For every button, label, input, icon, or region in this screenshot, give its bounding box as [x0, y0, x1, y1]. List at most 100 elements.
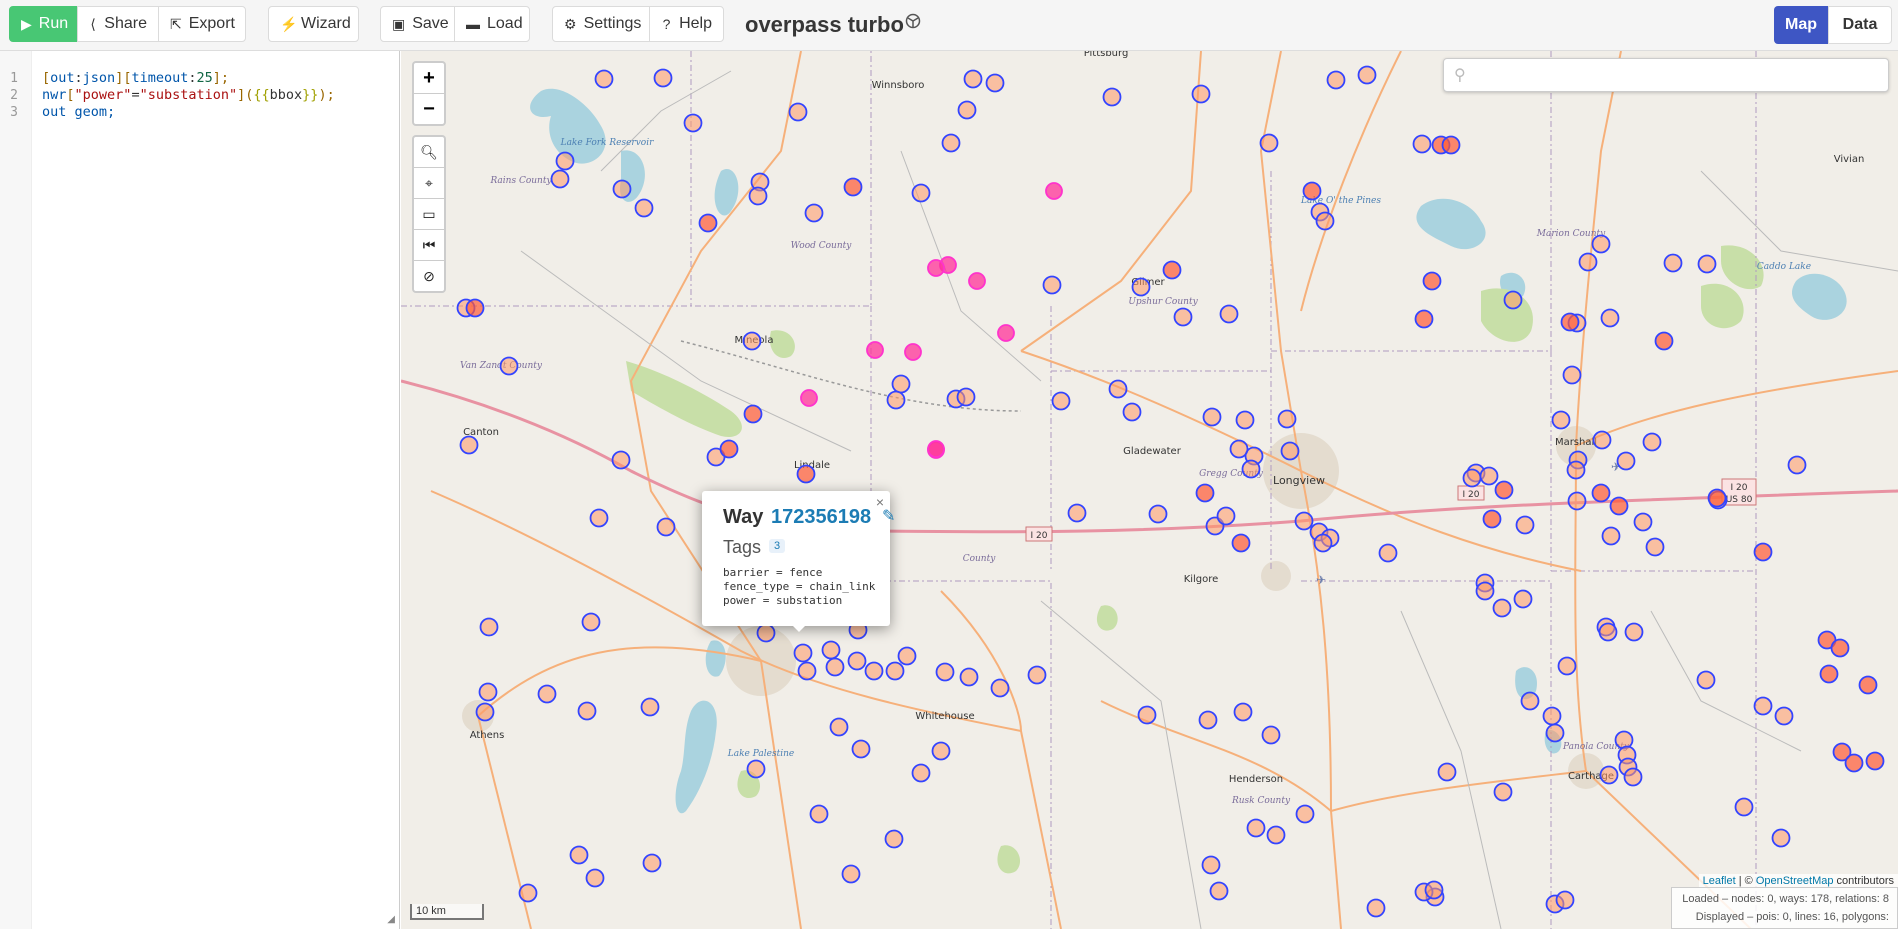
substation-marker[interactable] — [642, 853, 662, 873]
substation-marker[interactable] — [1623, 767, 1643, 787]
substation-marker[interactable] — [963, 69, 983, 89]
substation-marker[interactable] — [1277, 409, 1297, 429]
substation-marker[interactable] — [1051, 391, 1071, 411]
substation-marker[interactable] — [1108, 379, 1128, 399]
substation-marker[interactable] — [1598, 622, 1618, 642]
substation-marker[interactable] — [478, 682, 498, 702]
substation-marker[interactable] — [1422, 271, 1442, 291]
substation-marker[interactable] — [569, 845, 589, 865]
substation-marker[interactable] — [935, 662, 955, 682]
substation-marker[interactable] — [1609, 496, 1629, 516]
substation-marker[interactable] — [719, 439, 739, 459]
substation-marker[interactable] — [797, 661, 817, 681]
substation-marker[interactable] — [1201, 855, 1221, 875]
substation-marker[interactable] — [1707, 488, 1727, 508]
substation-marker[interactable] — [1819, 664, 1839, 684]
substation-marker[interactable] — [1302, 181, 1322, 201]
substation-marker[interactable] — [1216, 506, 1236, 526]
substation-marker[interactable] — [793, 643, 813, 663]
substation-marker[interactable] — [1753, 696, 1773, 716]
substation-marker[interactable] — [927, 259, 945, 277]
substation-marker[interactable] — [746, 759, 766, 779]
wizard-button[interactable]: ⚡ Wizard — [268, 6, 359, 42]
substation-marker[interactable] — [1545, 723, 1565, 743]
substation-marker[interactable] — [886, 390, 906, 410]
substation-marker[interactable] — [1202, 407, 1222, 427]
substation-marker[interactable] — [884, 829, 904, 849]
substation-marker[interactable] — [1441, 135, 1461, 155]
substation-marker[interactable] — [1295, 804, 1315, 824]
substation-marker[interactable] — [825, 657, 845, 677]
substation-marker[interactable] — [1734, 797, 1754, 817]
substation-marker[interactable] — [843, 177, 863, 197]
substation-marker[interactable] — [1774, 706, 1794, 726]
substation-marker[interactable] — [1697, 254, 1717, 274]
substation-marker[interactable] — [796, 464, 816, 484]
tab-data[interactable]: Data — [1828, 6, 1892, 44]
substation-marker[interactable] — [1241, 459, 1261, 479]
substation-marker[interactable] — [1567, 491, 1587, 511]
osm-link[interactable]: OpenStreetMap — [1756, 875, 1834, 887]
substation-marker[interactable] — [990, 678, 1010, 698]
substation-marker[interactable] — [985, 73, 1005, 93]
substation-marker[interactable] — [1830, 638, 1850, 658]
substation-marker[interactable] — [581, 612, 601, 632]
substation-marker[interactable] — [885, 661, 905, 681]
substation-marker[interactable] — [1412, 134, 1432, 154]
substation-marker[interactable] — [931, 741, 951, 761]
substation-marker[interactable] — [891, 374, 911, 394]
substation-marker[interactable] — [1235, 410, 1255, 430]
substation-marker[interactable] — [829, 717, 849, 737]
substation-marker[interactable] — [589, 508, 609, 528]
substation-marker[interactable] — [1191, 84, 1211, 104]
substation-marker[interactable] — [847, 651, 867, 671]
save-button[interactable]: ▣ Save — [380, 6, 455, 42]
substation-marker[interactable] — [1280, 441, 1300, 461]
substation-marker[interactable] — [1131, 277, 1151, 297]
map-view[interactable]: Pittsburg Winnsboro Lake Fork Reservoir … — [401, 51, 1898, 929]
substation-marker[interactable] — [1462, 468, 1482, 488]
substation-marker[interactable] — [1027, 665, 1047, 685]
settings-button[interactable]: ⚙ Settings — [552, 6, 650, 42]
substation-marker[interactable] — [1246, 818, 1266, 838]
substation-marker[interactable] — [537, 684, 557, 704]
substation-marker[interactable] — [1266, 825, 1286, 845]
substation-marker[interactable] — [1858, 675, 1878, 695]
substation-marker[interactable] — [1122, 402, 1142, 422]
substation-marker[interactable] — [1475, 581, 1495, 601]
substation-marker[interactable] — [851, 739, 871, 759]
substation-marker[interactable] — [1162, 260, 1182, 280]
zoom-in-button[interactable]: + — [414, 63, 444, 94]
run-button[interactable]: ▶ Run — [9, 6, 78, 42]
substation-marker[interactable] — [653, 68, 673, 88]
substation-marker[interactable] — [656, 517, 676, 537]
substation-marker[interactable] — [1195, 483, 1215, 503]
substation-marker[interactable] — [1233, 702, 1253, 722]
substation-marker[interactable] — [1654, 331, 1674, 351]
zoom-out-button[interactable]: − — [414, 94, 444, 124]
substation-marker[interactable] — [1102, 87, 1122, 107]
substation-marker[interactable] — [941, 133, 961, 153]
substation-marker[interactable] — [1633, 512, 1653, 532]
substation-marker[interactable] — [897, 646, 917, 666]
substation-marker[interactable] — [634, 198, 654, 218]
substation-marker[interactable] — [1173, 307, 1193, 327]
substation-marker[interactable] — [1479, 466, 1499, 486]
substation-marker[interactable] — [1624, 622, 1644, 642]
substation-marker[interactable] — [968, 272, 986, 290]
hide-data-button[interactable]: ⊘ — [414, 261, 444, 291]
substation-marker[interactable] — [1378, 543, 1398, 563]
substation-marker[interactable] — [1551, 410, 1571, 430]
query-editor[interactable]: 1 2 3 [out:json][timeout:25]; nwr["power… — [0, 51, 400, 929]
substation-marker[interactable] — [1424, 880, 1444, 900]
substation-marker[interactable] — [1315, 211, 1335, 231]
substation-marker[interactable] — [1560, 312, 1580, 332]
substation-marker[interactable] — [957, 100, 977, 120]
substation-marker[interactable] — [1482, 509, 1502, 529]
substation-marker[interactable] — [1209, 881, 1229, 901]
substation-marker[interactable] — [1515, 515, 1535, 535]
substation-marker[interactable] — [809, 804, 829, 824]
substation-marker[interactable] — [1616, 451, 1636, 471]
substation-marker[interactable] — [1366, 898, 1386, 918]
substation-marker[interactable] — [1614, 730, 1634, 750]
